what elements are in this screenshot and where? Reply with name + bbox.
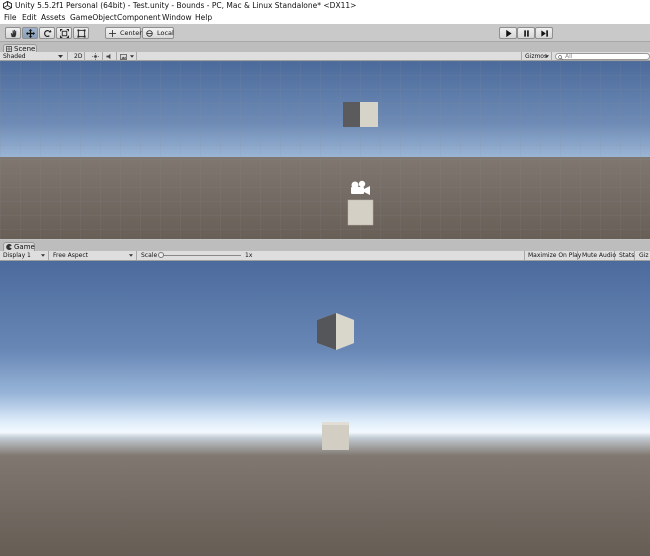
search-placeholder: All (565, 53, 573, 60)
title-bar: Unity 5.5.2f1 Personal (64bit) - Test.un… (0, 0, 650, 12)
play-icon (505, 29, 512, 37)
maximize-label: Maximize On Play (528, 252, 582, 259)
mode-2d-toggle[interactable]: 2D (71, 52, 85, 61)
scale-slider-handle[interactable] (158, 252, 164, 258)
scale-value: 1x (245, 252, 253, 259)
pivot-icon (109, 30, 116, 37)
pivot-center-toggle[interactable]: Center (105, 27, 142, 39)
display-dropdown[interactable]: Display 1 (0, 251, 49, 260)
image-effects-icon (120, 53, 127, 60)
scene-viewport[interactable] (0, 61, 650, 239)
step-button[interactable] (535, 27, 553, 39)
game-cube-top (317, 313, 354, 350)
shading-mode-dropdown[interactable]: Shaded (0, 52, 68, 61)
game-tab-strip: Game (0, 240, 650, 251)
display-label: Display 1 (3, 252, 31, 259)
menu-edit[interactable]: Edit (22, 13, 37, 23)
local-globe-icon (146, 30, 153, 37)
scale-label: Scale (141, 252, 158, 259)
mute-label: Mute Audio (582, 252, 616, 259)
menu-file[interactable]: File (4, 13, 17, 23)
main-toolbar: Center Local (0, 24, 650, 42)
chevron-down-icon (130, 55, 134, 58)
space-label: Local (157, 29, 174, 37)
scene-tab-strip: Scene (0, 42, 650, 53)
speaker-icon (106, 53, 111, 60)
hand-tool-button[interactable] (5, 27, 21, 39)
scale-slider-track[interactable] (159, 255, 241, 256)
space-local-toggle[interactable]: Local (142, 27, 174, 39)
sun-icon (92, 53, 99, 60)
unity-logo-icon (3, 1, 12, 10)
chevron-down-icon (129, 254, 133, 257)
pacman-game-icon (6, 244, 12, 250)
menu-window[interactable]: Window (162, 13, 192, 23)
menu-bar: File Edit Assets GameObject Component Wi… (0, 12, 650, 24)
chevron-down-icon (58, 55, 63, 58)
menu-gameobject[interactable]: GameObject (70, 13, 117, 23)
gizmos-label: Gizmos (525, 53, 548, 60)
chevron-down-icon (545, 55, 549, 58)
game-toolbar: Display 1 Free Aspect Scale 1x Maximize … (0, 251, 650, 261)
audio-toggle[interactable] (103, 52, 117, 61)
menu-help[interactable]: Help (195, 13, 212, 23)
stats-toggle[interactable]: Stats (616, 251, 635, 260)
tab-game[interactable]: Game (3, 242, 35, 251)
rect-transform-icon (76, 28, 86, 38)
lighting-toggle[interactable] (88, 52, 103, 61)
pause-button[interactable] (517, 27, 535, 39)
game-tab-label: Game (14, 243, 35, 251)
game-cube-bottom (322, 422, 349, 450)
play-button[interactable] (499, 27, 517, 39)
window-title: Unity 5.5.2f1 Personal (64bit) - Test.un… (15, 1, 357, 10)
scale-tool-button[interactable] (56, 27, 72, 39)
hand-icon (10, 29, 16, 37)
maximize-on-play-toggle[interactable]: Maximize On Play (524, 251, 582, 260)
scene-cube-bottom[interactable] (347, 199, 374, 226)
scale-icon (59, 28, 69, 38)
pivot-label: Center (120, 29, 142, 37)
move-tool-button[interactable] (22, 27, 38, 39)
shading-mode-label: Shaded (3, 53, 26, 60)
mode-2d-label: 2D (74, 53, 83, 60)
scene-toolbar: Shaded 2D Gizmos All (0, 52, 650, 61)
game-gizmos-label: Giz (639, 252, 649, 259)
menu-component[interactable]: Component (117, 13, 161, 23)
scene-cube-top[interactable] (343, 102, 378, 127)
effects-dropdown[interactable] (117, 52, 137, 61)
rotate-icon (43, 29, 52, 37)
pause-icon (523, 29, 529, 37)
gizmos-dropdown[interactable]: Gizmos (521, 52, 552, 61)
search-icon (558, 54, 563, 60)
stats-label: Stats (619, 252, 635, 259)
chevron-down-icon (41, 254, 45, 257)
game-viewport (0, 261, 650, 556)
aspect-dropdown[interactable]: Free Aspect (50, 251, 137, 260)
menu-assets[interactable]: Assets (41, 13, 65, 23)
aspect-label: Free Aspect (53, 252, 89, 259)
move-arrows-icon (25, 28, 35, 38)
rotate-tool-button[interactable] (39, 27, 55, 39)
mute-audio-toggle[interactable]: Mute Audio (579, 251, 616, 260)
step-icon (540, 29, 548, 37)
hierarchy-search-input[interactable]: All (555, 53, 650, 60)
game-gizmos-toggle[interactable]: Giz (636, 251, 650, 260)
rect-tool-button[interactable] (73, 27, 89, 39)
